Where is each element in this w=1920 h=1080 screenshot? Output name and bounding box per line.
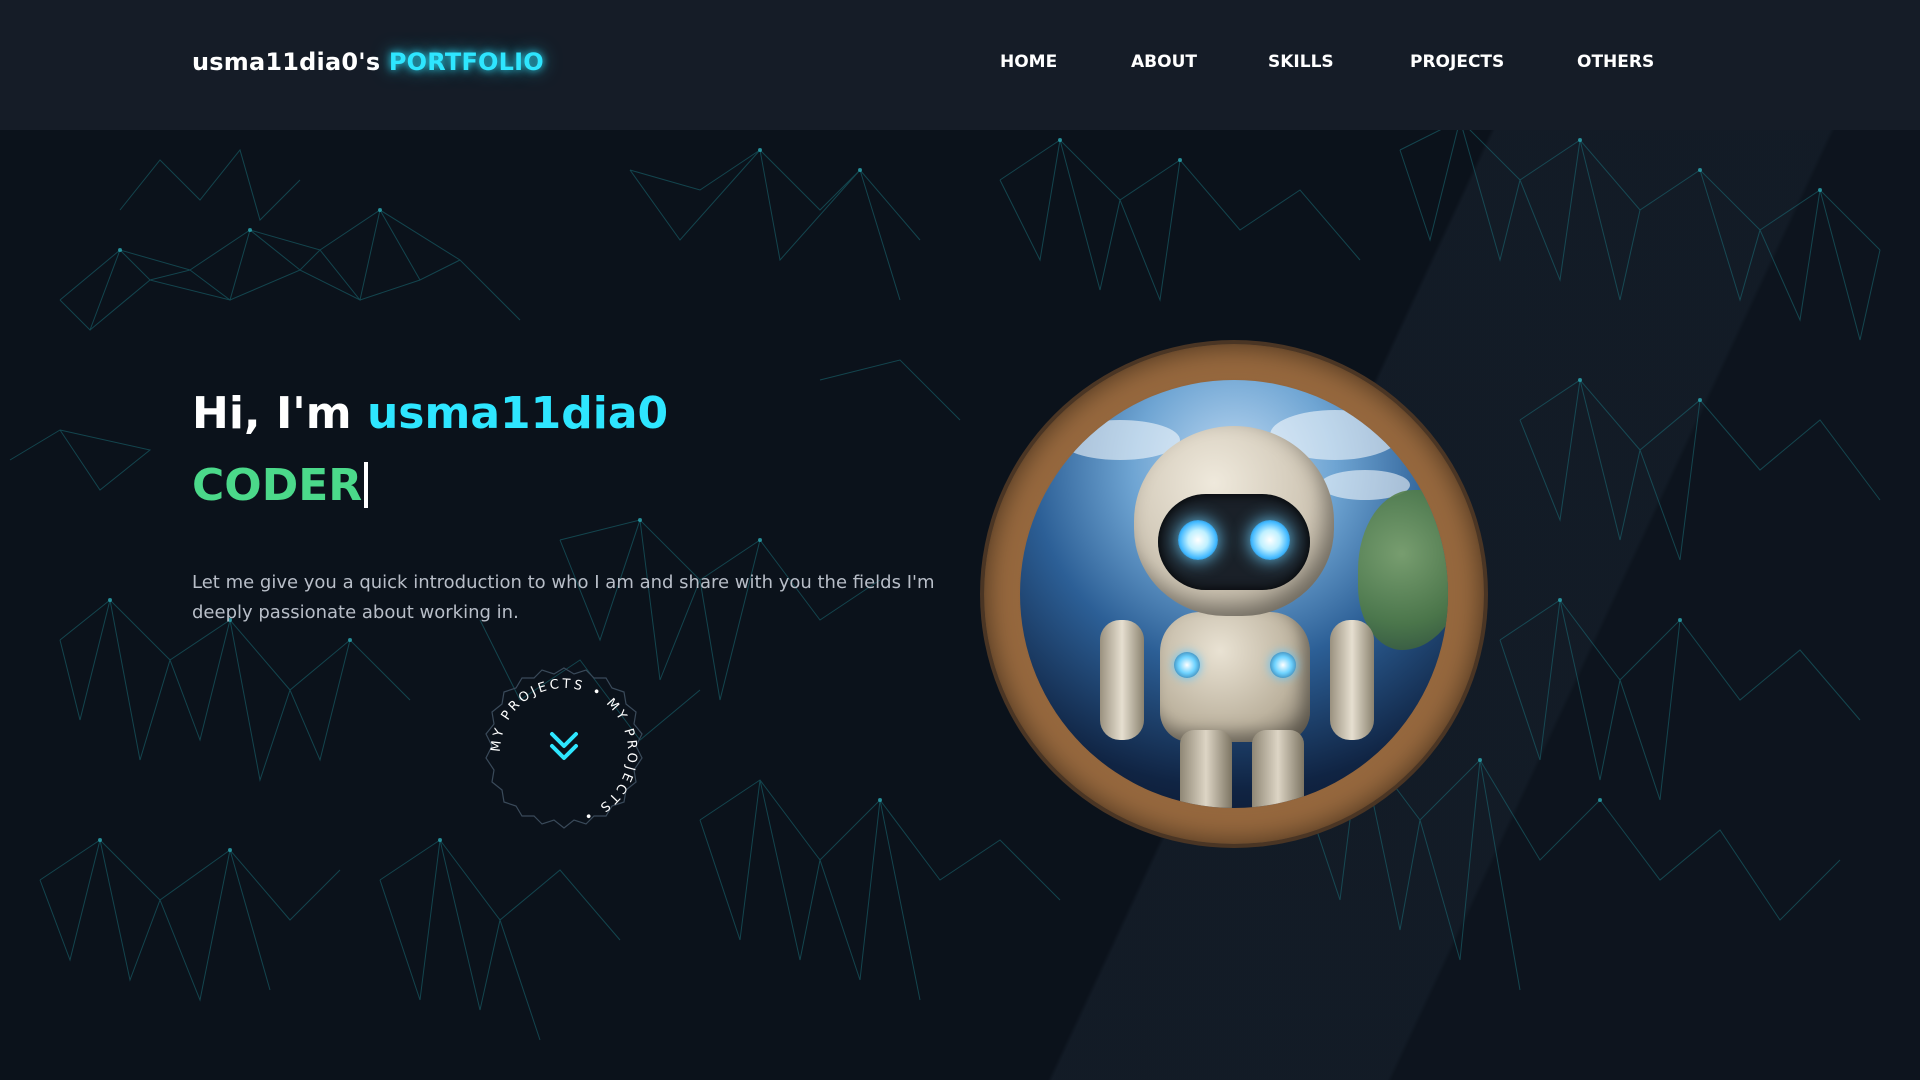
robot-right-leg	[1252, 730, 1304, 808]
robot-astronaut-image	[1020, 380, 1448, 808]
robot-right-eye	[1250, 520, 1290, 560]
nav-projects[interactable]: PROJECTS	[1410, 52, 1504, 72]
robot-body-light	[1270, 652, 1296, 678]
typing-caret	[364, 462, 369, 508]
nav-about[interactable]: ABOUT	[1131, 52, 1197, 72]
brand-logo[interactable]: usma11dia0's PORTFOLIO	[192, 48, 544, 76]
earth-landmass	[1358, 490, 1448, 650]
hero-name: usma11dia0	[366, 388, 669, 439]
robot-left-leg	[1180, 730, 1232, 808]
background-diagonal-shade	[0, 0, 1920, 1080]
network-background	[9, 118, 1881, 1041]
robot-left-arm	[1100, 620, 1144, 740]
robot-head	[1134, 426, 1334, 616]
brand-name: usma11dia0's	[192, 48, 389, 76]
robot-visor	[1158, 494, 1310, 590]
portfolio-page: usma11dia0's PORTFOLIO HOME ABOUT SKILLS…	[0, 0, 1920, 1080]
robot-right-arm	[1330, 620, 1374, 740]
hero-title: Hi, I'm usma11dia0	[192, 388, 668, 439]
nav-others[interactable]: OTHERS	[1577, 52, 1654, 72]
nav-home[interactable]: HOME	[1000, 52, 1057, 72]
robot-left-eye	[1178, 520, 1218, 560]
role-text: CODER	[192, 460, 363, 511]
hero-greeting: Hi, I'm	[192, 388, 367, 439]
typed-role: CODER	[192, 460, 369, 511]
robot-body	[1160, 612, 1310, 742]
avatar-portrait	[984, 344, 1484, 844]
robot-body-light	[1174, 652, 1200, 678]
nav-skills[interactable]: SKILLS	[1268, 52, 1334, 72]
my-projects-badge[interactable]: MY PROJECTS • MY PROJECTS •	[472, 660, 656, 844]
brand-accent: PORTFOLIO	[388, 48, 544, 76]
site-header: usma11dia0's PORTFOLIO HOME ABOUT SKILLS…	[0, 0, 1920, 130]
double-chevron-down-icon	[550, 732, 578, 760]
intro-paragraph: Let me give you a quick introduction to …	[192, 572, 935, 623]
